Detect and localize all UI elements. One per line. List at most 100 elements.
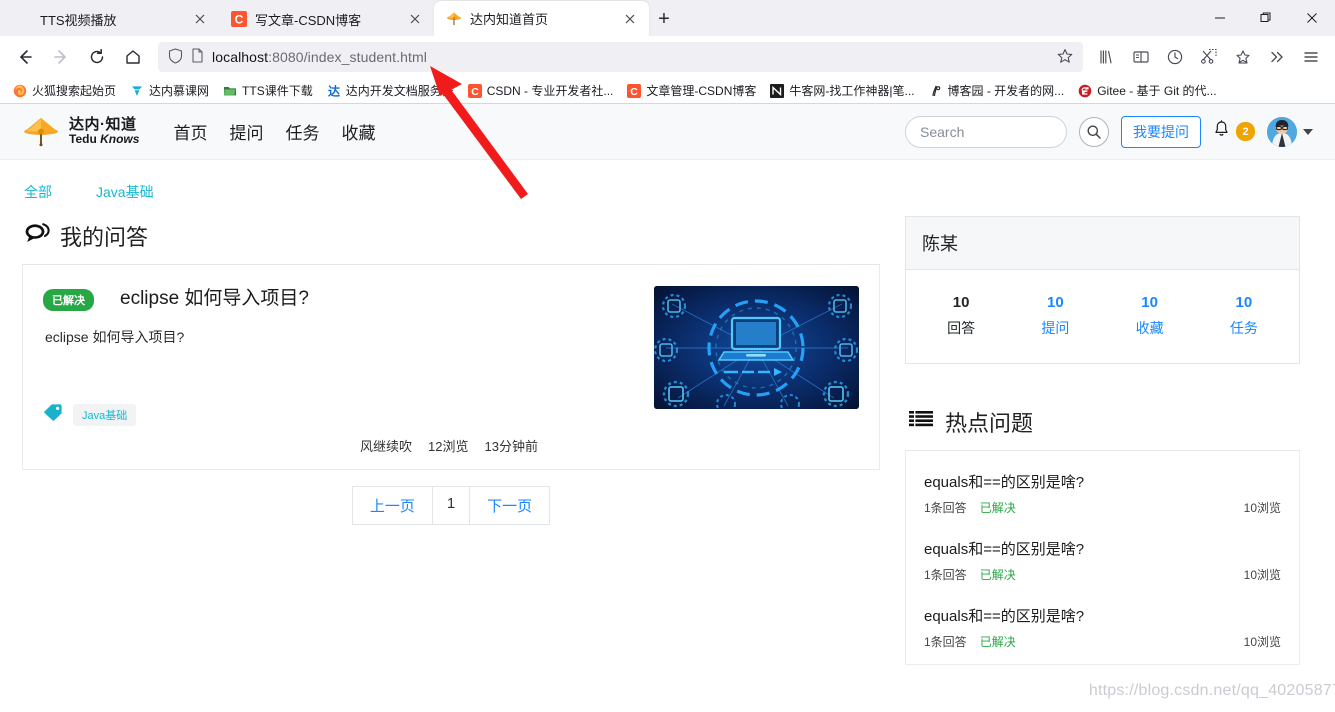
ask-question-button[interactable]: 我要提问 <box>1121 115 1201 148</box>
csdn-icon: C <box>467 83 482 98</box>
url-host: localhost <box>212 49 269 65</box>
screenshot-icon[interactable] <box>1193 41 1225 73</box>
filter-all[interactable]: 全部 <box>24 182 52 202</box>
new-tab-button[interactable]: + <box>649 4 679 34</box>
list-item[interactable]: equals和==的区别是啥? 1条回答 已解决 10浏览 <box>924 459 1281 526</box>
pagination-next[interactable]: 下一页 <box>469 486 551 525</box>
section-title: 我的问答 <box>22 216 880 265</box>
stat-tasks[interactable]: 10 任务 <box>1197 290 1291 341</box>
tedu-icon: 达 <box>327 83 341 98</box>
header-right: 我要提问 2 <box>905 115 1313 148</box>
csdn-watermark: https://blog.csdn.net/qq_40205877 <box>1088 682 1335 699</box>
bookmark-star-icon[interactable] <box>1057 48 1073 67</box>
stat-questions[interactable]: 10 提问 <box>1008 290 1102 341</box>
question-views: 12浏览 <box>428 439 469 454</box>
stat-label: 回答 <box>947 320 976 337</box>
site-logo[interactable]: 达内·知道 Tedu Knows <box>22 116 139 148</box>
filter-java-basics[interactable]: Java基础 <box>96 182 154 202</box>
bookmark-item[interactable]: 火狐搜索起始页 <box>6 80 123 101</box>
bookmark-item[interactable]: 牛客网-找工作神器|笔... <box>763 80 921 101</box>
address-bar[interactable]: localhost:8080/index_student.html <box>158 42 1083 72</box>
overflow-chevrons-icon[interactable] <box>1261 41 1293 73</box>
status-badge: 已解决 <box>979 567 1016 582</box>
tab-close-icon[interactable] <box>406 10 424 28</box>
sidebar-icon[interactable] <box>1125 41 1157 73</box>
content-columns: 我的问答 已解决 eclipse 如何导入项目? eclipse 如何导入项目? <box>0 216 1335 665</box>
status-badge: 已解决 <box>43 289 94 311</box>
pagination-current-page[interactable]: 1 <box>431 486 470 525</box>
pagination: 上一页 1 下一页 <box>22 486 880 525</box>
tab-close-icon[interactable] <box>191 10 209 28</box>
bookmark-item[interactable]: 达内慕课网 <box>123 80 216 101</box>
nav-item-ask[interactable]: 提问 <box>229 119 263 144</box>
nowcoder-icon <box>770 83 785 98</box>
library-icon[interactable] <box>1091 41 1123 73</box>
nav-item-favorites[interactable]: 收藏 <box>341 119 375 144</box>
url-path: :8080/index_student.html <box>268 49 427 65</box>
minimize-button[interactable] <box>1197 2 1243 34</box>
browser-tab-1[interactable]: TTS视频播放 <box>4 2 219 36</box>
hot-question-title[interactable]: equals和==的区别是啥? <box>924 538 1281 559</box>
firefox-icon <box>13 84 27 98</box>
hot-question-meta: 1条回答 已解决 10浏览 <box>924 499 1281 516</box>
bookmark-label: 达内慕课网 <box>149 84 210 98</box>
hot-question-title[interactable]: equals和==的区别是啥? <box>924 471 1281 492</box>
search-input[interactable] <box>905 115 1067 148</box>
hot-questions-list: equals和==的区别是啥? 1条回答 已解决 10浏览 equals和==的… <box>905 450 1300 665</box>
browser-tab-3-active[interactable]: 达内知道首页 <box>434 1 649 36</box>
close-button[interactable] <box>1289 2 1335 34</box>
tag-label[interactable]: Java基础 <box>73 403 137 426</box>
account-menu[interactable] <box>1267 116 1313 147</box>
question-title[interactable]: eclipse 如何导入项目? <box>120 283 309 310</box>
bookmark-item[interactable]: 达 达内开发文档服务器 <box>320 80 461 101</box>
back-button-icon[interactable] <box>8 41 42 73</box>
mooc-icon <box>130 84 144 98</box>
chevron-down-icon[interactable] <box>1303 128 1313 135</box>
bookmark-item[interactable]: TTS课件下载 <box>216 80 320 101</box>
hot-question-title[interactable]: equals和==的区别是啥? <box>924 605 1281 626</box>
stat-favorites[interactable]: 10 收藏 <box>1103 290 1197 341</box>
bookmark-label: 达内开发文档服务器 <box>345 84 454 98</box>
view-count: 10浏览 <box>1243 634 1281 649</box>
stat-count: 10 <box>1235 294 1253 311</box>
main-navigation: 首页 提问 任务 收藏 <box>173 119 375 144</box>
stat-count: 10 <box>1047 294 1064 311</box>
stat-answers[interactable]: 10 回答 <box>914 290 1008 341</box>
bookmark-label: TTS课件下载 <box>242 84 313 98</box>
list-item[interactable]: equals和==的区别是啥? 1条回答 已解决 10浏览 <box>924 526 1281 593</box>
bookmark-item[interactable]: Gitee - 基于 Git 的代... <box>1071 80 1223 101</box>
bookmark-item[interactable]: C 文章管理-CSDN博客 <box>620 80 763 101</box>
bookmark-label: 牛客网-找工作神器|笔... <box>789 84 915 98</box>
bookmark-item[interactable]: C CSDN - 专业开发者社... <box>461 80 621 101</box>
history-icon[interactable] <box>1159 41 1191 73</box>
home-button-icon[interactable] <box>116 41 150 73</box>
shield-icon <box>168 47 183 67</box>
question-author: 风继续吹 <box>360 439 413 454</box>
nav-item-home[interactable]: 首页 <box>173 119 207 144</box>
nav-item-tasks[interactable]: 任务 <box>285 119 319 144</box>
bookmark-item[interactable]: 博客园 - 开发者的网... <box>922 80 1072 101</box>
search-icon[interactable] <box>1079 116 1109 147</box>
view-count: 10浏览 <box>1243 567 1281 582</box>
site-header: 达内·知道 Tedu Knows 首页 提问 任务 收藏 我要提问 <box>0 104 1335 160</box>
page-info-icon <box>191 48 204 66</box>
tab-close-icon[interactable] <box>621 10 639 28</box>
bookmark-label: Gitee - 基于 Git 的代... <box>1097 84 1217 98</box>
save-bookmark-star-icon[interactable] <box>1227 41 1259 73</box>
list-item[interactable]: equals和==的区别是啥? 1条回答 已解决 10浏览 <box>924 593 1281 660</box>
tab-title: 达内知道首页 <box>470 12 549 27</box>
browser-tab-2[interactable]: C 写文章-CSDN博客 <box>219 2 434 36</box>
brand-en: Tedu Knows <box>69 132 140 147</box>
hot-questions-title-text: 热点问题 <box>945 410 1034 436</box>
reload-button-icon[interactable] <box>80 41 114 73</box>
pagination-prev[interactable]: 上一页 <box>351 486 432 525</box>
brand-text: 达内·知道 Tedu Knows <box>69 117 139 145</box>
notifications[interactable]: 2 <box>1213 120 1255 143</box>
maximize-button[interactable] <box>1243 2 1289 34</box>
folder-icon <box>223 84 237 98</box>
hot-question-meta: 1条回答 已解决 10浏览 <box>924 633 1281 650</box>
question-card[interactable]: 已解决 eclipse 如何导入项目? eclipse 如何导入项目? Java… <box>22 265 880 470</box>
answer-count: 1条回答 <box>924 634 967 649</box>
hamburger-menu-icon[interactable] <box>1295 41 1327 73</box>
stat-count: 10 <box>952 294 970 311</box>
